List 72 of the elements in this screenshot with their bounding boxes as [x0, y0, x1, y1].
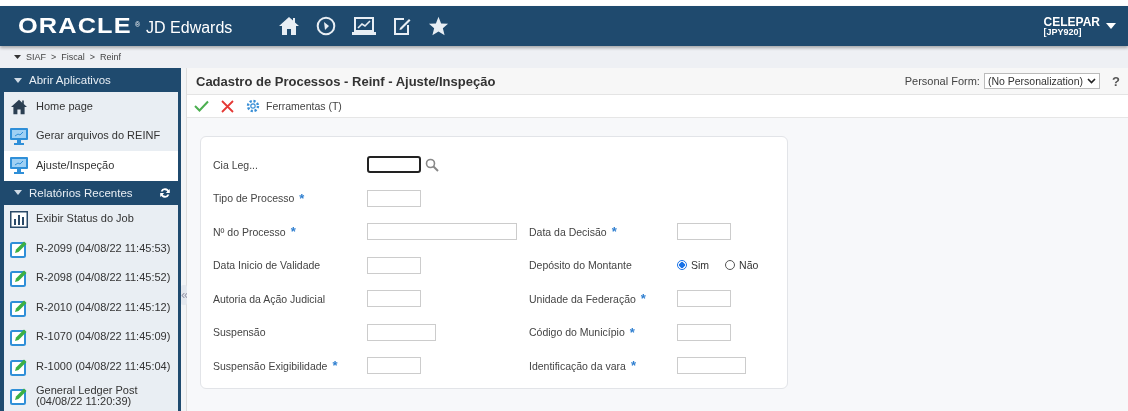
cancel-icon[interactable]: [221, 99, 234, 113]
field-label: Data Inicio de Validade: [213, 259, 321, 272]
sidebar-section-header[interactable]: Abrir Aplicativos: [4, 68, 178, 92]
caret-icon[interactable]: [1106, 23, 1116, 29]
edit-icon: [10, 387, 28, 406]
field-label: Código do Município: [529, 326, 625, 339]
chevron-down-icon: [1087, 78, 1097, 84]
edit-icon: [10, 269, 28, 288]
edit-icon: [10, 328, 28, 347]
breadcrumb-separator: >: [89, 52, 96, 62]
sidebar-item[interactable]: R-2098 (04/08/22 11:45:52): [4, 263, 178, 293]
help-button[interactable]: ?: [1104, 73, 1128, 89]
refresh-icon[interactable]: [160, 187, 170, 198]
sidebar-item[interactable]: R-2099 (04/08/22 11:45:53): [4, 234, 178, 264]
required-marker: *: [629, 325, 635, 339]
field-label: Tipo de Processo: [213, 192, 295, 205]
sidebar-item[interactable]: R-1070 (04/08/22 11:45:09): [4, 322, 178, 352]
field-label: Cia Leg...: [213, 158, 258, 171]
product-name: JD Edwards: [146, 19, 233, 37]
ok-check-icon[interactable]: [194, 100, 209, 112]
sidebar-item[interactable]: Gerar arquivos do REINF: [4, 121, 178, 151]
personal-form-dropdown[interactable]: (No Personalization): [983, 73, 1101, 89]
breadcrumb-link[interactable]: SIAF: [26, 52, 46, 62]
monitor-icon: [10, 157, 28, 175]
field-label: Suspensão Exigibilidade: [213, 359, 328, 372]
sidebar-item[interactable]: Ajuste/Inspeção: [4, 151, 178, 181]
breadcrumb-separator: >: [51, 52, 57, 62]
edit-icon: [10, 357, 28, 376]
gear-icon: [246, 99, 260, 113]
bar-chart-icon: [10, 210, 28, 228]
caret-icon[interactable]: [14, 190, 22, 195]
required-marker: *: [299, 191, 305, 205]
required-marker: *: [290, 225, 296, 239]
sidebar-item[interactable]: Exibir Status do Job: [4, 204, 178, 234]
search-icon[interactable]: [425, 157, 439, 172]
edit-icon[interactable]: [392, 16, 412, 36]
required-marker: *: [611, 225, 617, 239]
sidebar-section-header[interactable]: Relatórios Recentes: [4, 180, 178, 205]
field-label: Autoria da Ação Judicial: [213, 292, 326, 305]
field-label: Data da Decisão: [529, 225, 607, 238]
field-label: Depósito do Montante: [529, 259, 632, 272]
field-label: Nº do Processo: [213, 225, 286, 238]
user-name[interactable]: CELEPAR: [1043, 15, 1100, 28]
oracle-logo: ORACLE: [18, 13, 132, 39]
sidebar-item[interactable]: R-2010 (04/08/22 11:45:12): [4, 293, 178, 323]
radio-option[interactable]: Não: [725, 259, 759, 272]
edit-icon: [10, 298, 28, 317]
required-marker: *: [332, 359, 338, 373]
breadcrumb-link[interactable]: Fiscal: [61, 52, 85, 62]
input-field[interactable]: [367, 156, 421, 174]
radio-option[interactable]: Sim: [677, 259, 710, 272]
sidebar-item[interactable]: Home page: [4, 92, 178, 122]
field-label: Identificação da vara: [529, 359, 626, 372]
sidebar-item[interactable]: General Ledger Post (04/08/22 11:20:39): [4, 381, 178, 411]
field-label: Unidade da Federação: [529, 292, 636, 305]
star-icon[interactable]: [428, 16, 449, 36]
caret-icon[interactable]: [14, 55, 21, 59]
form-title: Cadastro de Processos - Reinf - Ajuste/Inspeção: [196, 73, 496, 89]
home-icon: [10, 98, 28, 115]
environment-label: [JPY920]: [1043, 27, 1083, 37]
caret-icon[interactable]: [14, 77, 22, 83]
required-marker: *: [640, 292, 646, 306]
monitor-chart-icon[interactable]: [352, 16, 376, 36]
personal-form-label: Personal Form:: [904, 75, 980, 87]
monitor-icon: [10, 127, 28, 145]
home-icon[interactable]: [278, 16, 300, 36]
required-marker: *: [630, 359, 636, 373]
field-label: Suspensão: [213, 326, 266, 339]
tools-menu-button[interactable]: Ferramentas (T): [246, 99, 342, 113]
breadcrumb-link[interactable]: Reinf: [100, 52, 122, 62]
sidebar-item[interactable]: R-1000 (04/08/22 11:45:04): [4, 352, 178, 382]
edit-icon: [10, 239, 28, 258]
